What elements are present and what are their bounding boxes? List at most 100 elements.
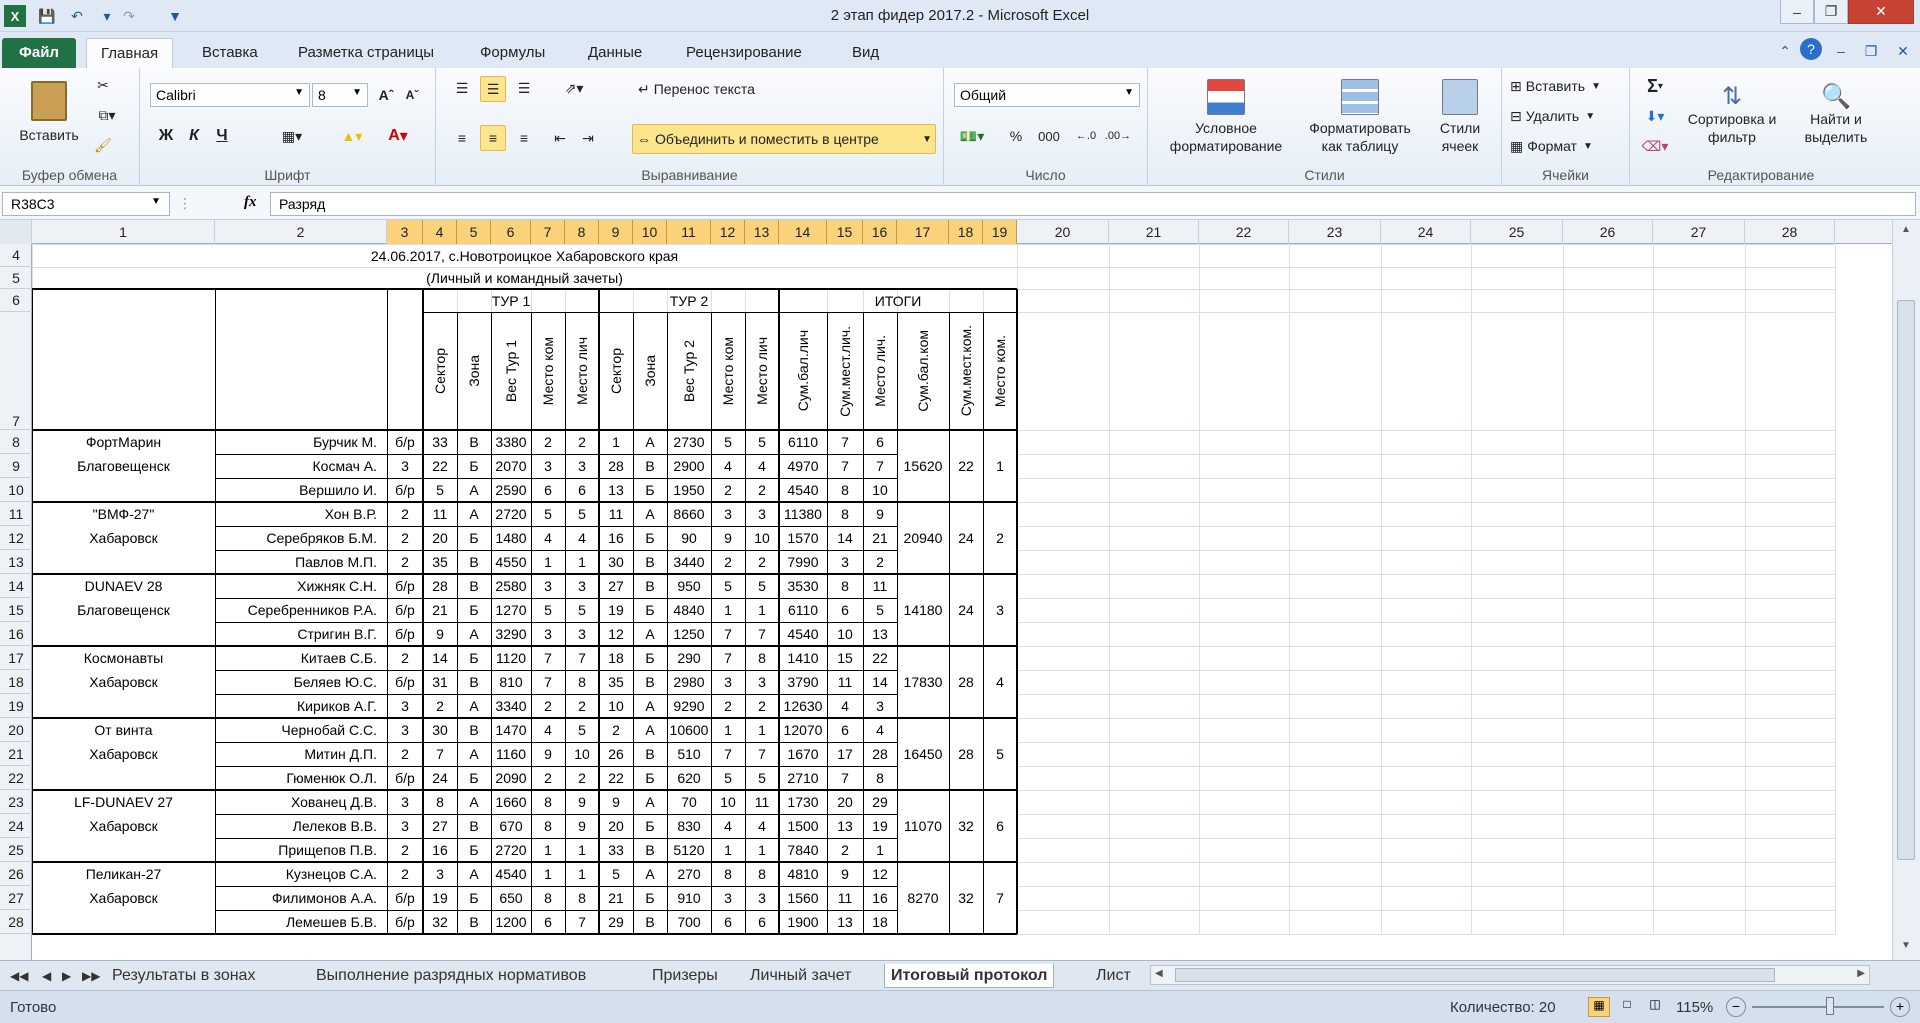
increase-decimal-icon[interactable]: ←.0	[1072, 124, 1100, 148]
data-cell[interactable]: 12	[863, 862, 897, 886]
page-layout-view-icon[interactable]: □	[1616, 997, 1638, 1017]
data-cell[interactable]: б/р	[387, 598, 423, 622]
team-place[interactable]: 6	[983, 790, 1017, 862]
row-header[interactable]: 16	[0, 622, 32, 646]
header-cell[interactable]: Вес Тур 1	[491, 312, 531, 430]
data-cell[interactable]: 6	[863, 430, 897, 454]
data-cell[interactable]: 21	[423, 598, 457, 622]
data-cell[interactable]: 3290	[491, 622, 531, 646]
data-cell[interactable]: А	[633, 622, 667, 646]
orientation-icon[interactable]: ⇗▾	[556, 76, 592, 100]
column-header[interactable]: 8	[565, 220, 599, 244]
scroll-down-icon[interactable]: ▼	[1897, 940, 1915, 956]
data-cell[interactable]: 1200	[491, 910, 531, 934]
close-button[interactable]: ✕	[1848, 0, 1914, 24]
team-sum[interactable]: 11070	[897, 790, 949, 862]
worksheet-grid[interactable]: 24.06.2017, с.Новотроицкое Хабаровского …	[32, 244, 1918, 960]
data-cell[interactable]: 2	[711, 550, 745, 574]
data-cell[interactable]: 1	[531, 838, 565, 862]
team-place[interactable]: 2	[983, 502, 1017, 574]
team-name[interactable]: Пеликан-27	[32, 862, 215, 886]
column-header[interactable]: 27	[1653, 220, 1745, 244]
data-cell[interactable]: А	[457, 478, 491, 502]
row-header[interactable]: 17	[0, 646, 32, 670]
data-cell[interactable]: 5	[423, 478, 457, 502]
data-cell[interactable]: 8	[745, 646, 779, 670]
data-cell[interactable]: 4540	[491, 862, 531, 886]
data-cell[interactable]: 1	[711, 598, 745, 622]
data-cell[interactable]: 4970	[779, 454, 827, 478]
player-name[interactable]: Беляев Ю.С.	[215, 670, 387, 694]
decrease-decimal-icon[interactable]: .00→	[1104, 124, 1132, 148]
data-cell[interactable]: В	[633, 550, 667, 574]
data-cell[interactable]: А	[633, 694, 667, 718]
player-name[interactable]: Бурчик М.	[215, 430, 387, 454]
align-left-icon[interactable]: ≡	[450, 126, 474, 150]
data-cell[interactable]: А	[457, 502, 491, 526]
row-header[interactable]: 21	[0, 742, 32, 766]
data-cell[interactable]: 10	[565, 742, 599, 766]
clear-icon[interactable]: ⌫▾	[1636, 134, 1674, 158]
team-place[interactable]: 5	[983, 718, 1017, 790]
data-cell[interactable]: 3	[531, 574, 565, 598]
data-cell[interactable]: б/р	[387, 574, 423, 598]
data-cell[interactable]: б/р	[387, 430, 423, 454]
tab-view[interactable]: Вид	[838, 38, 893, 68]
data-cell[interactable]: 4	[711, 814, 745, 838]
column-header[interactable]: 11	[667, 220, 711, 244]
data-cell[interactable]: 18	[863, 910, 897, 934]
data-cell[interactable]: 1	[565, 838, 599, 862]
data-cell[interactable]: 2	[531, 766, 565, 790]
data-cell[interactable]: 6	[745, 910, 779, 934]
data-cell[interactable]: 18	[599, 646, 633, 670]
percent-button[interactable]: %	[1004, 124, 1028, 148]
data-cell[interactable]: 9	[423, 622, 457, 646]
scroll-right-icon[interactable]: ▶	[1857, 968, 1865, 979]
player-name[interactable]: Павлов М.П.	[215, 550, 387, 574]
data-cell[interactable]: Б	[457, 598, 491, 622]
name-box[interactable]: R38C3 ▼	[2, 192, 170, 216]
align-middle-icon[interactable]: ☰	[480, 76, 506, 102]
data-cell[interactable]: 620	[667, 766, 711, 790]
delete-cells-button[interactable]: ⊟ Удалить ▼	[1510, 104, 1626, 128]
fill-color-icon[interactable]: ▲▾	[336, 124, 368, 148]
header-cell[interactable]: Сум.мест.ком.	[949, 312, 983, 430]
format-painter-icon[interactable]: 🖌	[92, 134, 114, 156]
scroll-left-icon[interactable]: ◀	[1155, 968, 1163, 979]
data-cell[interactable]: 3440	[667, 550, 711, 574]
row-header[interactable]: 8	[0, 430, 32, 454]
data-cell[interactable]: 6	[827, 718, 863, 742]
data-cell[interactable]: 1250	[667, 622, 711, 646]
data-cell[interactable]: В	[457, 550, 491, 574]
data-cell[interactable]: 2	[387, 550, 423, 574]
zoom-in-icon[interactable]: +	[1890, 997, 1910, 1017]
wrap-text-button[interactable]: ↵ Перенос текста	[634, 76, 824, 102]
player-name[interactable]: Гюменюк О.Л.	[215, 766, 387, 790]
decrease-indent-icon[interactable]: ⇤	[548, 126, 572, 150]
data-cell[interactable]: 7	[531, 670, 565, 694]
player-name[interactable]: Прищепов П.В.	[215, 838, 387, 862]
row-header[interactable]: 25	[0, 838, 32, 862]
header-cell[interactable]: Сум.бал.лич	[779, 312, 827, 430]
data-cell[interactable]: 3	[387, 694, 423, 718]
data-cell[interactable]: 1	[531, 550, 565, 574]
doc-restore-icon[interactable]: ❐	[1860, 40, 1882, 62]
data-cell[interactable]: 7	[827, 430, 863, 454]
fx-icon[interactable]: fx	[244, 194, 257, 211]
data-cell[interactable]: 2720	[491, 502, 531, 526]
minimize-button[interactable]: –	[1780, 0, 1814, 24]
accounting-format-icon[interactable]: 💵▾	[954, 124, 990, 148]
data-cell[interactable]: 5	[599, 862, 633, 886]
data-cell[interactable]: 2	[565, 430, 599, 454]
zoom-out-icon[interactable]: −	[1726, 997, 1746, 1017]
data-cell[interactable]: 1410	[779, 646, 827, 670]
data-cell[interactable]: Б	[457, 838, 491, 862]
data-cell[interactable]: 2730	[667, 430, 711, 454]
row-header[interactable]: 20	[0, 718, 32, 742]
data-cell[interactable]: 27	[599, 574, 633, 598]
sort-filter-button[interactable]: ⇅ Сортировка и фильтр	[1680, 72, 1784, 162]
data-cell[interactable]: 11380	[779, 502, 827, 526]
data-cell[interactable]: 35	[599, 670, 633, 694]
data-cell[interactable]: 3	[531, 622, 565, 646]
header-cell[interactable]: Сум.бал.ком	[897, 312, 949, 430]
